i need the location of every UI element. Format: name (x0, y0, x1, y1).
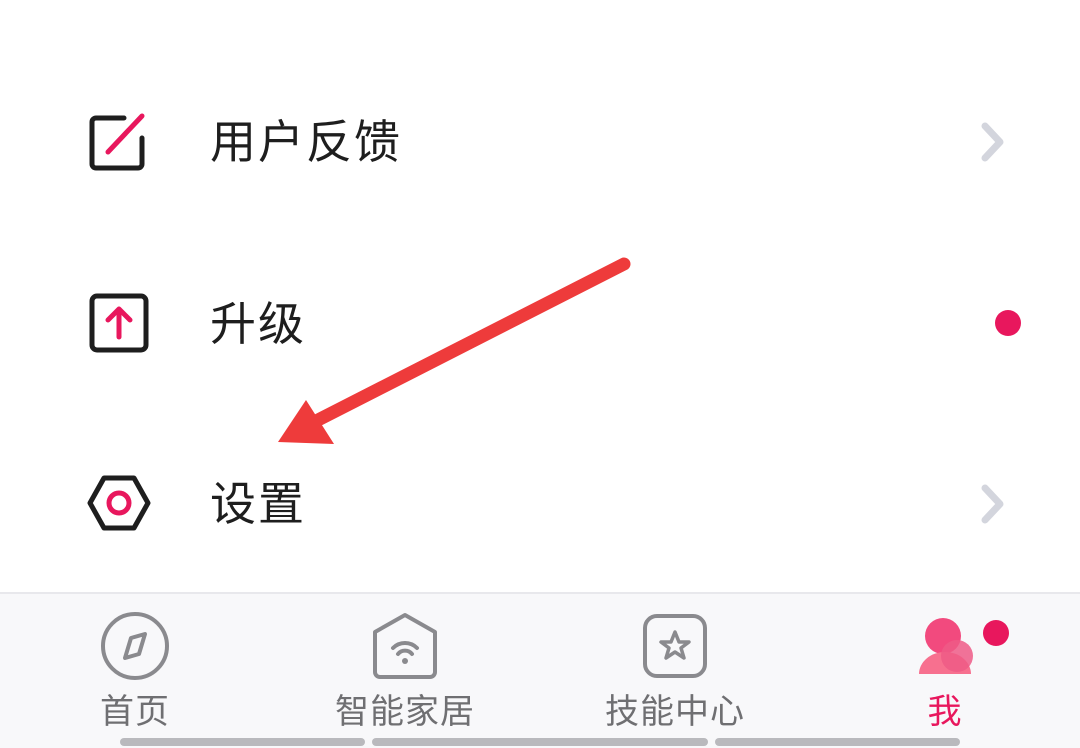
bottom-bar-segment (120, 738, 365, 746)
menu-item-settings[interactable]: 设置 (0, 430, 1080, 580)
tab-home[interactable]: 首页 (15, 594, 255, 748)
tab-label: 我 (927, 692, 963, 732)
bottom-tab-bar: 首页 智能家居 技能中心 我 (0, 592, 1080, 748)
profile-avatar-icon (919, 618, 973, 674)
tab-label: 技能中心 (605, 692, 745, 732)
screen: 用户反馈 升级 设置 首页 智能家居 技能中心 我 (0, 0, 1080, 748)
menu-item-label: 设置 (210, 477, 306, 531)
tab-skill-center[interactable]: 技能中心 (555, 594, 795, 748)
update-badge-dot (995, 310, 1021, 336)
hexagon-settings-icon (87, 475, 151, 531)
edit-square-icon (89, 113, 145, 171)
skill-star-icon (643, 614, 707, 678)
compass-icon (101, 612, 169, 680)
menu-item-feedback[interactable]: 用户反馈 (0, 68, 1080, 218)
tab-label: 智能家居 (335, 692, 475, 732)
tab-label: 首页 (100, 692, 170, 732)
bottom-bar-segment (715, 738, 960, 746)
menu-item-label: 升级 (210, 297, 306, 351)
tab-me[interactable]: 我 (825, 594, 1065, 748)
smart-home-wifi-icon (373, 613, 437, 679)
tab-badge-dot (983, 620, 1009, 646)
bottom-bar-segment (372, 738, 708, 746)
chevron-right-icon (981, 122, 1004, 162)
menu-item-upgrade[interactable]: 升级 (0, 250, 1080, 400)
upload-arrow-icon (89, 293, 149, 353)
tab-smart-home[interactable]: 智能家居 (285, 594, 525, 748)
menu-item-label: 用户反馈 (210, 115, 402, 169)
chevron-right-icon (981, 484, 1004, 524)
